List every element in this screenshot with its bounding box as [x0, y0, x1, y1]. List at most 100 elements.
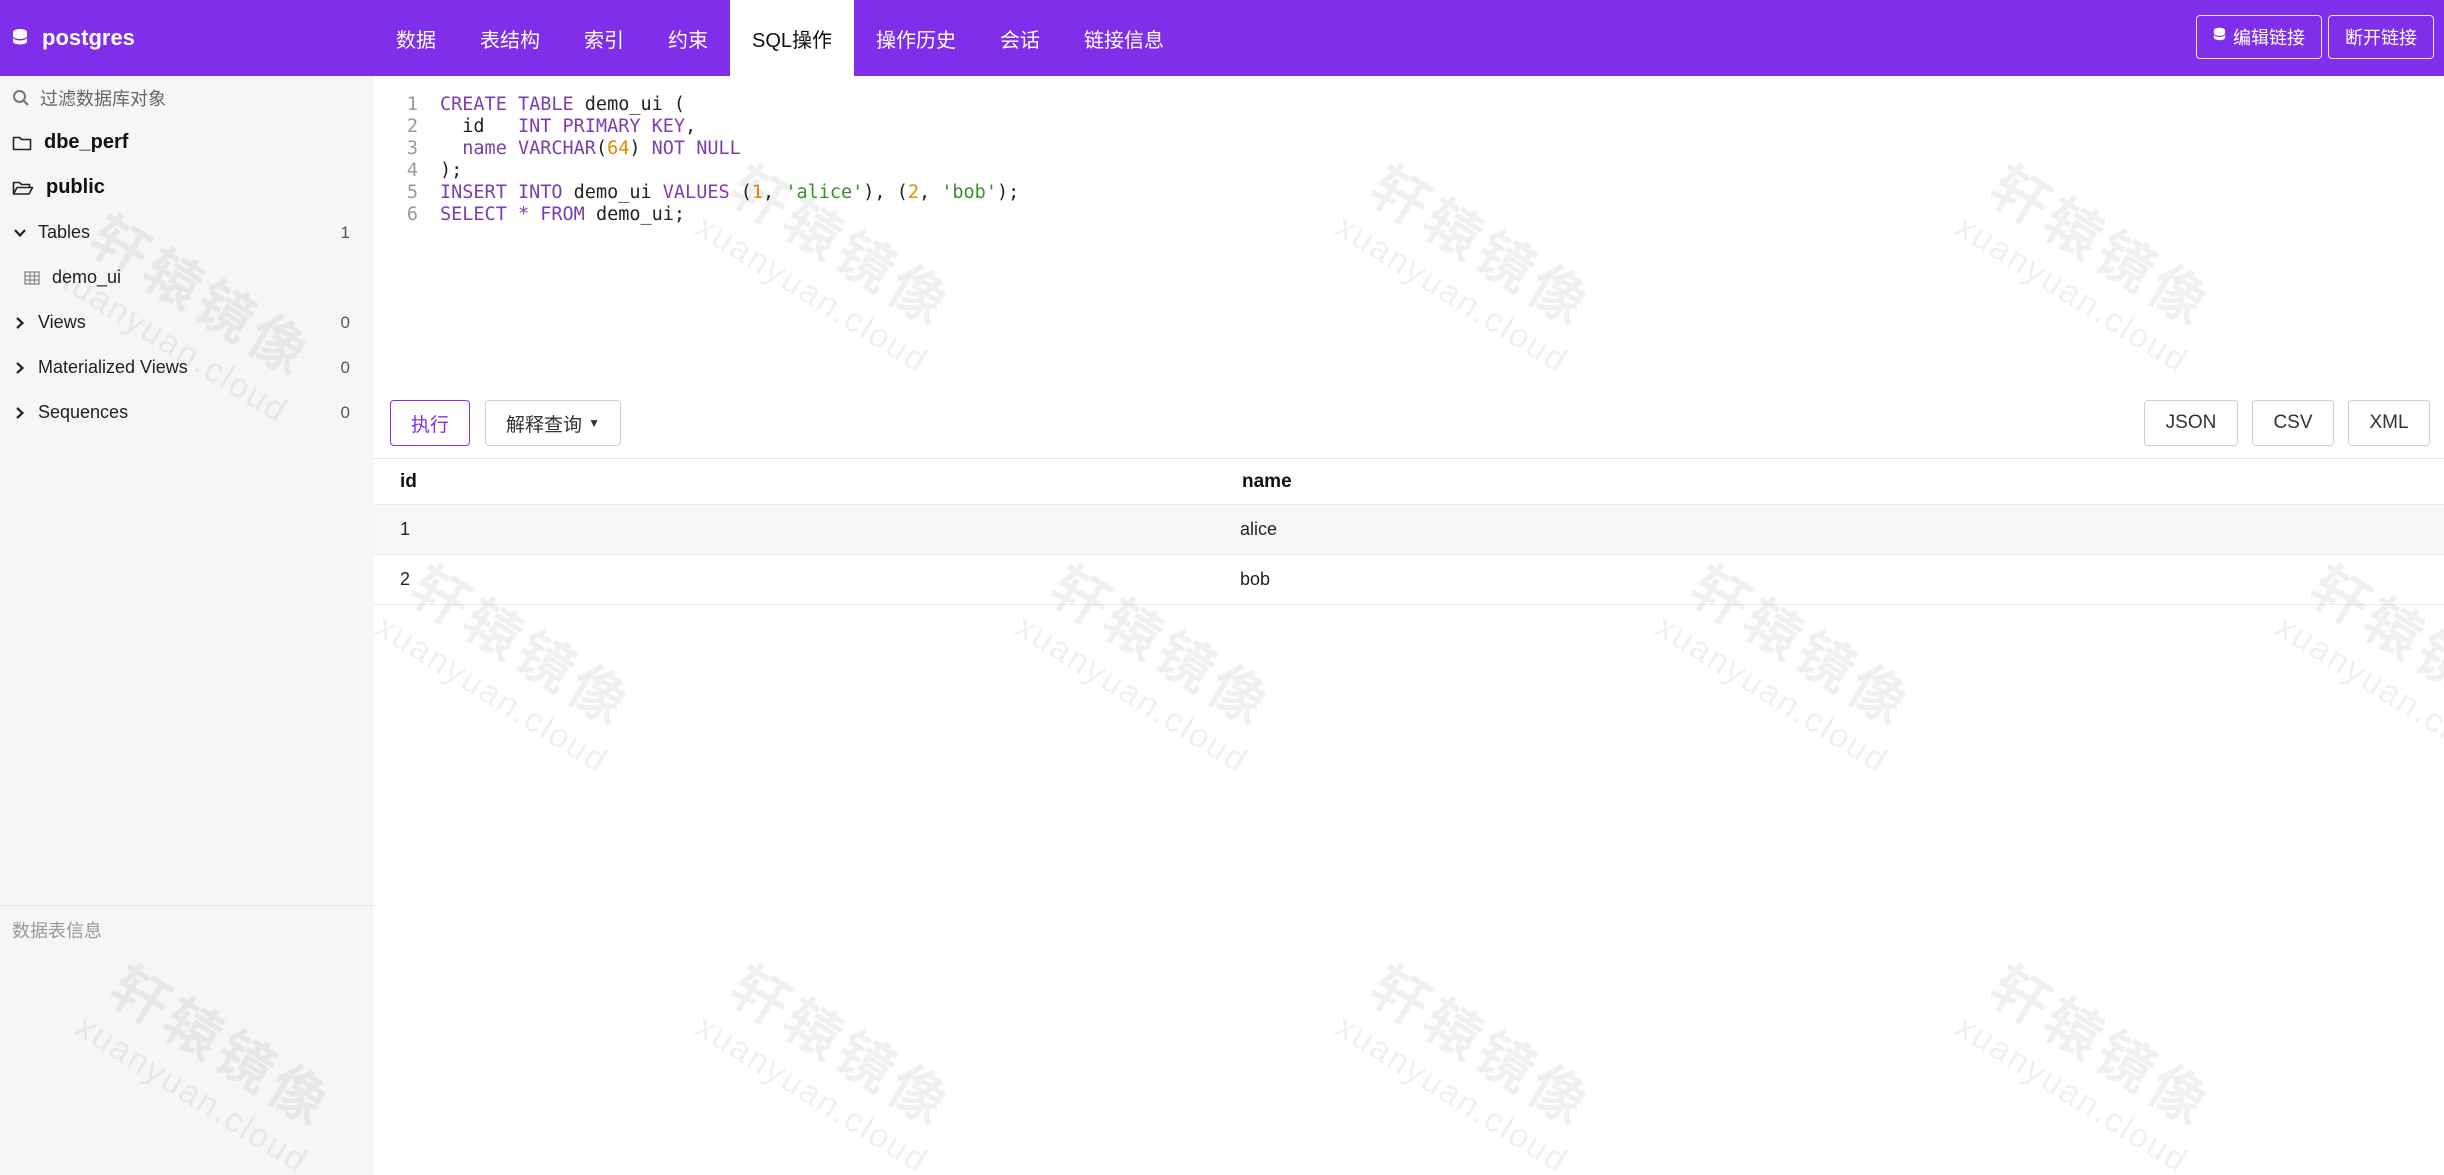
code-token: *	[517, 204, 530, 225]
watermark-text-en: xuanyuan.cloud	[1008, 607, 1255, 781]
filter-placeholder: 过滤数据库对象	[40, 89, 166, 109]
group-tables[interactable]: Tables 1	[0, 210, 374, 255]
line-number: 1	[406, 94, 418, 115]
sidebar: 过滤数据库对象 dbe_perf public Tables 1 demo_ui…	[0, 76, 374, 1175]
group-label: Views	[38, 312, 86, 332]
tab-data[interactable]: 数据	[374, 0, 458, 76]
code-token: ,	[685, 116, 697, 137]
schema-dbe-perf[interactable]: dbe_perf	[0, 120, 374, 165]
tab-bar: 数据 表结构 索引 约束 SQL操作 操作历史 会话 链接信息	[374, 0, 1186, 76]
code-token: ), (	[863, 182, 908, 203]
group-count: 0	[340, 357, 350, 377]
code-token: INSERT INTO	[440, 182, 563, 203]
database-name: postgres	[42, 25, 135, 50]
code-token: INT PRIMARY KEY	[517, 116, 686, 137]
tab-indexes[interactable]: 索引	[562, 0, 646, 76]
cell-id: 1	[400, 519, 411, 539]
code-token: (	[595, 138, 608, 159]
export-csv-button[interactable]: CSV	[2252, 400, 2334, 446]
code-token: ,	[763, 182, 786, 203]
tab-connection-info[interactable]: 链接信息	[1062, 0, 1186, 76]
tab-sessions[interactable]: 会话	[978, 0, 1062, 76]
results-table: id name 1 alice 2 bob	[374, 459, 2444, 605]
code-token: 2	[907, 182, 919, 203]
watermark-text-en: xuanyuan.cloud	[368, 607, 615, 781]
watermark-text-cn: 轩辕镜像	[1979, 954, 2224, 1140]
group-sequences[interactable]: Sequences 0	[0, 390, 374, 435]
tab-history[interactable]: 操作历史	[854, 0, 978, 76]
code-token: SELECT	[440, 204, 507, 225]
chevron-down-icon	[12, 228, 28, 238]
code-token: NOT NULL	[651, 138, 741, 159]
explain-query-label: 解释查询	[506, 414, 583, 436]
column-header-name[interactable]: name	[1242, 471, 1292, 493]
group-count: 0	[340, 312, 350, 332]
code-token: demo_ui (	[573, 94, 686, 115]
schema-name: dbe_perf	[44, 131, 129, 153]
database-icon	[2213, 27, 2226, 48]
code-token: FROM	[540, 204, 585, 225]
line-number: 5	[406, 182, 418, 203]
explain-query-button[interactable]: 解释查询 ▼	[485, 400, 621, 446]
watermark-text-cn: 轩辕镜像	[719, 954, 964, 1140]
export-json-button[interactable]: JSON	[2144, 400, 2238, 446]
code-token: VARCHAR	[517, 138, 596, 159]
edit-connection-label: 编辑链接	[2233, 28, 2305, 48]
brand: postgres	[12, 0, 135, 76]
code-token: )	[629, 138, 652, 159]
cell-name: alice	[1240, 519, 1278, 539]
tab-constraints[interactable]: 约束	[646, 0, 730, 76]
schema-public[interactable]: public	[0, 165, 374, 210]
sql-editor[interactable]: 1 CREATE TABLE demo_ui (2 id INT PRIMARY …	[374, 76, 2444, 396]
group-count: 1	[340, 222, 350, 242]
results-header-row: id name	[374, 459, 2444, 505]
group-materialized-views[interactable]: Materialized Views 0	[0, 345, 374, 390]
watermark-text-en: xuanyuan.cloud	[688, 1007, 935, 1175]
column-header-id[interactable]: id	[400, 471, 417, 493]
query-action-row: 执行 解释查询 ▼ JSON CSV XML	[374, 396, 2444, 460]
table-row[interactable]: 2 bob	[374, 555, 2444, 605]
edit-connection-button[interactable]: 编辑链接	[2196, 15, 2322, 59]
watermark-mark: 轩辕镜像xuanyuan.cloud	[1948, 939, 2237, 1175]
folder-open-icon	[12, 180, 34, 196]
code-token: VALUES	[662, 182, 730, 203]
code-token: name	[440, 138, 518, 159]
table-row[interactable]: 1 alice	[374, 505, 2444, 555]
watermark-mark: 轩辕镜像xuanyuan.cloud	[688, 939, 977, 1175]
line-number: 6	[406, 204, 418, 225]
watermark-text-en: xuanyuan.cloud	[1948, 1007, 2195, 1175]
export-xml-button[interactable]: XML	[2348, 400, 2430, 446]
filter-input[interactable]: 过滤数据库对象	[0, 76, 374, 120]
folder-icon	[12, 135, 32, 151]
code-line: 5 INSERT INTO demo_ui VALUES (1, 'alice')…	[374, 182, 1019, 204]
code-token: CREATE TABLE	[440, 94, 574, 115]
code-token: ,	[918, 182, 942, 203]
table-item-demo-ui[interactable]: demo_ui	[0, 255, 374, 300]
top-actions: 编辑链接 断开链接	[2196, 15, 2434, 59]
group-label: Materialized Views	[38, 357, 188, 377]
execute-button[interactable]: 执行	[390, 400, 470, 446]
disconnect-button[interactable]: 断开链接	[2328, 15, 2434, 59]
tab-structure[interactable]: 表结构	[458, 0, 562, 76]
chevron-right-icon	[12, 316, 28, 330]
code-token: demo_ui	[562, 182, 663, 203]
table-name: demo_ui	[52, 267, 122, 287]
code-token: 1	[751, 182, 764, 203]
group-label: Sequences	[38, 402, 129, 422]
watermark-text-en: xuanyuan.cloud	[2268, 607, 2444, 781]
search-icon	[12, 89, 30, 107]
table-icon	[24, 270, 40, 285]
chevron-right-icon	[12, 406, 28, 420]
group-views[interactable]: Views 0	[0, 300, 374, 345]
table-info-label: 数据表信息	[12, 921, 102, 941]
code-line: 3 name VARCHAR(64) NOT NULL	[374, 138, 741, 160]
watermark-text-en: xuanyuan.cloud	[1328, 1007, 1575, 1175]
watermark-text-cn: 轩辕镜像	[1359, 954, 1604, 1140]
group-count: 0	[340, 402, 350, 422]
code-token: id	[440, 116, 518, 137]
code-line: 6 SELECT * FROM demo_ui;	[374, 204, 685, 226]
line-number: 4	[406, 160, 418, 181]
tab-sql[interactable]: SQL操作	[730, 0, 855, 76]
